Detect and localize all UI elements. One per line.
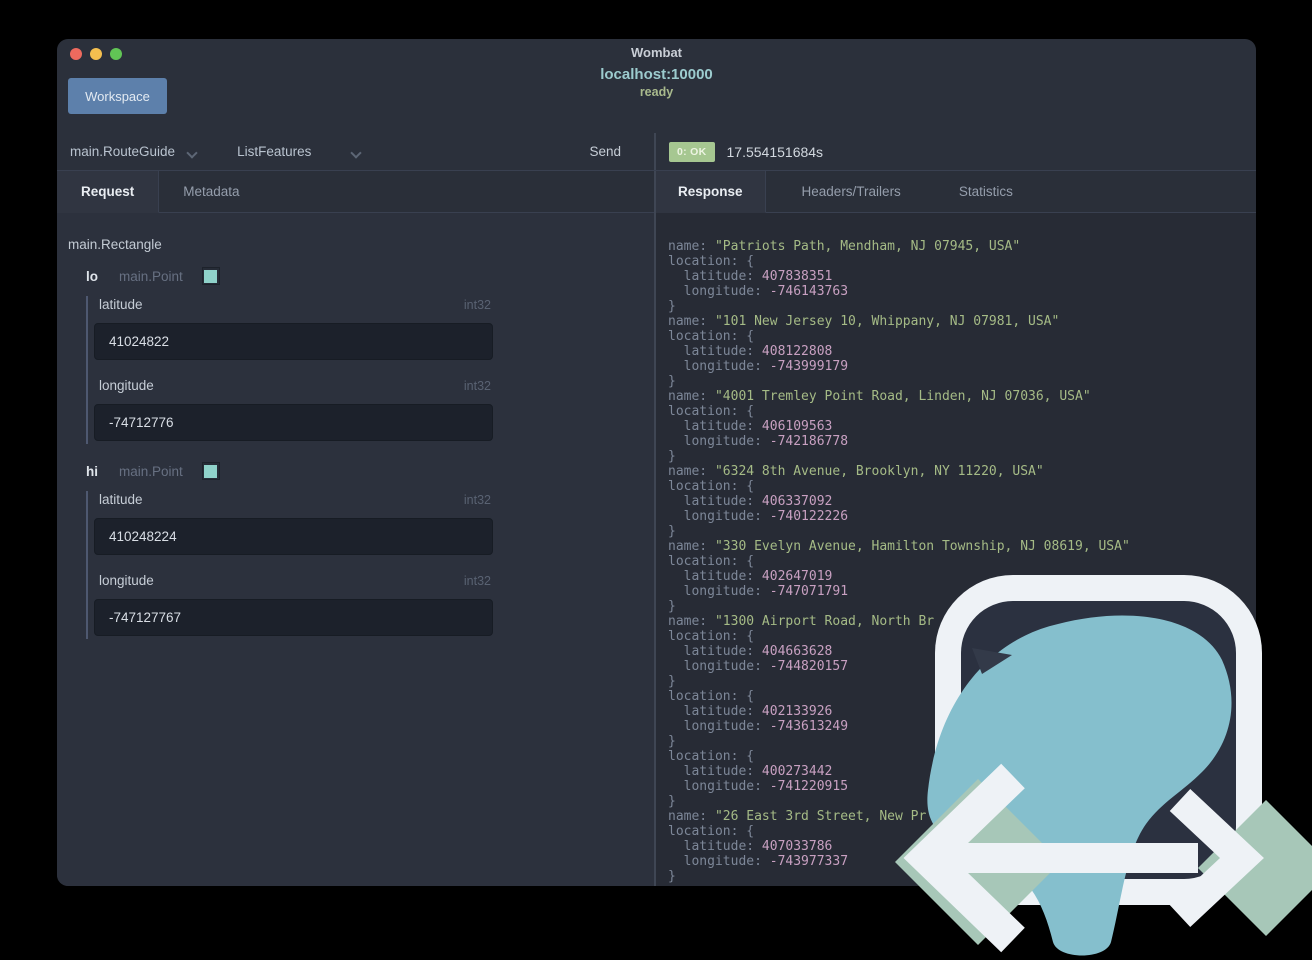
service-selector-value: main.RouteGuide: [70, 144, 176, 159]
latitude-input[interactable]: [94, 518, 493, 555]
status-badge: 0: OK: [669, 141, 715, 162]
wombat-window: Wombat Workspace localhost:10000 ready m…: [57, 39, 1256, 886]
longitude-field: longitude int32: [88, 377, 493, 441]
response-body[interactable]: name: "Patriots Path, Mendham, NJ 07945,…: [656, 213, 1256, 886]
message-type-label: main.Rectangle: [68, 237, 162, 252]
request-form: main.Rectangle lo main.Point latitude in…: [57, 213, 654, 886]
field-type: main.Point: [119, 463, 183, 479]
tab-headers-trailers[interactable]: Headers/Trailers: [780, 171, 923, 212]
checkbox-checked-fill: [204, 464, 218, 478]
field-scalar-type: int32: [463, 574, 491, 588]
chevron-down-icon: [351, 147, 361, 157]
request-tabbar: Request Metadata: [57, 171, 654, 213]
titlebar: Wombat: [57, 39, 1256, 63]
main-columns: Request Metadata main.Rectangle lo main.…: [57, 171, 1256, 886]
tab-metadata[interactable]: Metadata: [159, 171, 263, 212]
request-panel: Request Metadata main.Rectangle lo main.…: [57, 171, 654, 886]
field-label: latitude: [99, 297, 143, 312]
server-status: localhost:10000 ready: [57, 66, 1256, 99]
toolbar-left: main.RouteGuide ListFeatures Send: [57, 133, 654, 170]
field-scalar-type: int32: [463, 379, 491, 393]
field-name: lo: [86, 268, 98, 284]
latitude-field: latitude int32: [88, 491, 493, 555]
point-fields: latitude int32 longitude int32: [86, 491, 493, 639]
screen: Wombat Workspace localhost:10000 ready m…: [0, 0, 1312, 960]
point-header: hi main.Point: [86, 462, 654, 480]
field-label: latitude: [99, 492, 143, 507]
service-selector[interactable]: main.RouteGuide: [70, 144, 197, 159]
field-scalar-type: int32: [463, 298, 491, 312]
point-fields: latitude int32 longitude int32: [86, 296, 493, 444]
connection-status: ready: [639, 85, 674, 99]
method-selector[interactable]: ListFeatures: [237, 144, 361, 159]
toolbar-right: 0: OK 17.554151684s: [654, 133, 1256, 170]
tab-statistics[interactable]: Statistics: [937, 171, 1035, 212]
latitude-input[interactable]: [94, 323, 493, 360]
toolbar: main.RouteGuide ListFeatures Send 0: OK …: [57, 133, 1256, 171]
point-enabled-checkbox[interactable]: [201, 462, 220, 480]
server-address: localhost:10000: [600, 66, 713, 83]
point-header: lo main.Point: [86, 267, 654, 285]
send-button[interactable]: Send: [589, 144, 621, 159]
field-type: main.Point: [119, 268, 183, 284]
tab-response[interactable]: Response: [656, 171, 766, 213]
chevron-down-icon: [187, 147, 197, 157]
field-label: longitude: [99, 573, 154, 588]
checkbox-checked-fill: [204, 269, 218, 283]
longitude-field: longitude int32: [88, 572, 493, 636]
call-duration: 17.554151684s: [726, 143, 824, 160]
field-label: longitude: [99, 378, 154, 393]
point-block-hi: hi main.Point latitude int32 410248224 l…: [86, 462, 654, 639]
field-name: hi: [86, 463, 98, 479]
window-title: Wombat: [630, 45, 683, 60]
header: Workspace localhost:10000 ready: [57, 63, 1256, 133]
longitude-input[interactable]: [94, 599, 493, 636]
field-scalar-type: int32: [463, 493, 491, 507]
response-tabbar: Response Headers/Trailers Statistics: [656, 171, 1256, 213]
point-block-lo: lo main.Point latitude int32 41024822 lo…: [86, 267, 654, 444]
response-panel: Response Headers/Trailers Statistics nam…: [654, 171, 1256, 886]
method-selector-value: ListFeatures: [237, 144, 312, 159]
tab-request[interactable]: Request: [57, 171, 160, 213]
longitude-input[interactable]: [94, 404, 493, 441]
point-enabled-checkbox[interactable]: [201, 267, 220, 285]
latitude-field: latitude int32: [88, 296, 493, 360]
